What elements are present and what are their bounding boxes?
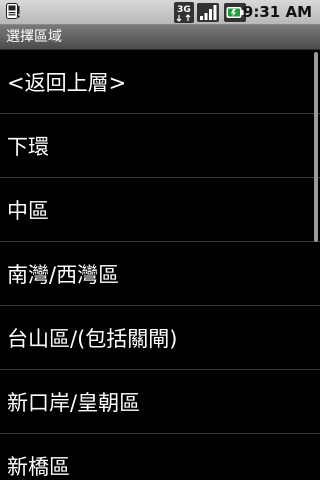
- list-item-region[interactable]: 新口岸/皇朝區: [0, 370, 320, 434]
- status-bar: 3G 9:31 AM: [0, 0, 320, 25]
- list-item-region[interactable]: 台山區/(包括關閘): [0, 306, 320, 370]
- status-time: 9:31 AM: [242, 3, 312, 21]
- scrollbar[interactable]: [314, 52, 318, 242]
- list-item-label: <返回上層>: [7, 70, 127, 95]
- list-item-label: 中區: [7, 198, 49, 223]
- title-bar: 選擇區域: [0, 25, 320, 50]
- screen: 3G 9:31 AM 選擇區域 <返回上層> 下環 中區 南灣/西灣區 台山區/…: [0, 0, 320, 480]
- list-item-region[interactable]: 新橋區: [0, 434, 320, 480]
- signal-icon: [197, 3, 219, 22]
- list-item-region[interactable]: 南灣/西灣區: [0, 242, 320, 306]
- 3g-icon: 3G: [174, 2, 194, 23]
- list-item-label: 下環: [7, 134, 49, 159]
- network-type-label: 3G: [177, 5, 191, 15]
- notification-icon[interactable]: [6, 3, 20, 21]
- list-item-region[interactable]: 中區: [0, 178, 320, 242]
- page-title: 選擇區域: [6, 29, 62, 45]
- list-item-label: 新橋區: [7, 454, 70, 479]
- list-item-back[interactable]: <返回上層>: [0, 50, 320, 114]
- region-list: <返回上層> 下環 中區 南灣/西灣區 台山區/(包括關閘) 新口岸/皇朝區 新…: [0, 50, 320, 480]
- list-item-region[interactable]: 下環: [0, 114, 320, 178]
- list-item-label: 新口岸/皇朝區: [7, 390, 141, 415]
- list-item-label: 南灣/西灣區: [7, 262, 120, 287]
- list-item-label: 台山區/(包括關閘): [7, 326, 178, 351]
